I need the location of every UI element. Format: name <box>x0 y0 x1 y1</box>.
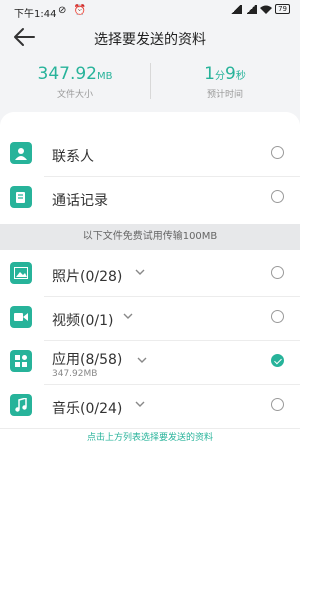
nav-bar: 选择要发送的资料 <box>0 22 300 52</box>
file-size-unit: MB <box>96 71 113 82</box>
list-item-photos[interactable]: 照片(0/28) <box>0 252 300 296</box>
list-item-call-log[interactable]: 通话记录 <box>0 176 300 220</box>
list-item-music[interactable]: 音乐(0/24) <box>0 384 300 428</box>
file-size-value: 347.92 <box>37 64 97 84</box>
status-time: 下午1:44 <box>14 9 57 20</box>
chevron-down-icon[interactable] <box>122 310 134 322</box>
photos-checkbox[interactable] <box>271 266 284 279</box>
status-right: 79 <box>230 4 290 14</box>
signal-icon-2 <box>245 4 258 14</box>
contacts-checkbox[interactable] <box>271 146 284 159</box>
estimated-time-label: 预计时间 <box>206 90 243 100</box>
free-trial-banner: 以下文件免费试用传输100MB <box>0 224 300 250</box>
video-icon <box>10 306 32 328</box>
estimated-time-stat: 1分9秒 预计时间 <box>150 64 300 100</box>
file-size-stat: 347.92MB 文件大小 <box>0 64 150 100</box>
chevron-down-icon[interactable] <box>136 354 148 366</box>
call-log-checkbox[interactable] <box>271 190 284 203</box>
call-log-label: 通话记录 <box>52 193 108 209</box>
selection-hint: 点击上方列表选择要发送的资料 <box>86 433 213 443</box>
contact-icon <box>10 142 32 164</box>
file-size-label: 文件大小 <box>56 90 93 100</box>
apps-checkbox[interactable] <box>271 354 284 367</box>
status-indicator-icons: ⊘ ⏰ <box>58 5 89 16</box>
photos-label: 照片(0/28) <box>52 269 123 285</box>
selection-list: 联系人 通话记录 以下文件免费试用传输100MB 照片(0/28) 视频(0/1… <box>0 112 300 601</box>
divider <box>0 428 300 429</box>
photo-icon <box>10 262 32 284</box>
stats-divider <box>150 63 151 99</box>
videos-checkbox[interactable] <box>271 310 284 323</box>
battery-icon: 79 <box>275 4 290 14</box>
music-icon <box>10 394 32 416</box>
music-label: 音乐(0/24) <box>52 401 123 417</box>
wifi-icon <box>260 5 273 14</box>
apps-size: 347.92MB <box>52 369 98 379</box>
list-item-apps[interactable]: 应用(8/58) 347.92MB <box>0 340 300 384</box>
list-item-videos[interactable]: 视频(0/1) <box>0 296 300 340</box>
list-item-contacts[interactable]: 联系人 <box>0 132 300 176</box>
music-checkbox[interactable] <box>271 398 284 411</box>
time-sec-unit: 秒 <box>235 71 246 82</box>
time-min-value: 1 <box>204 64 215 84</box>
contacts-label: 联系人 <box>52 149 94 165</box>
page-title: 选择要发送的资料 <box>94 32 206 48</box>
signal-icon <box>230 4 243 14</box>
call-log-icon <box>10 186 32 208</box>
status-bar: 下午1:44 ⊘ ⏰ 79 <box>0 0 300 22</box>
chevron-down-icon[interactable] <box>134 398 146 410</box>
app-icon <box>10 350 32 372</box>
videos-label: 视频(0/1) <box>52 313 114 329</box>
time-min-unit: 分 <box>215 71 225 82</box>
chevron-down-icon[interactable] <box>134 266 146 278</box>
apps-label: 应用(8/58) <box>52 352 123 368</box>
time-sec-value: 9 <box>225 64 236 84</box>
